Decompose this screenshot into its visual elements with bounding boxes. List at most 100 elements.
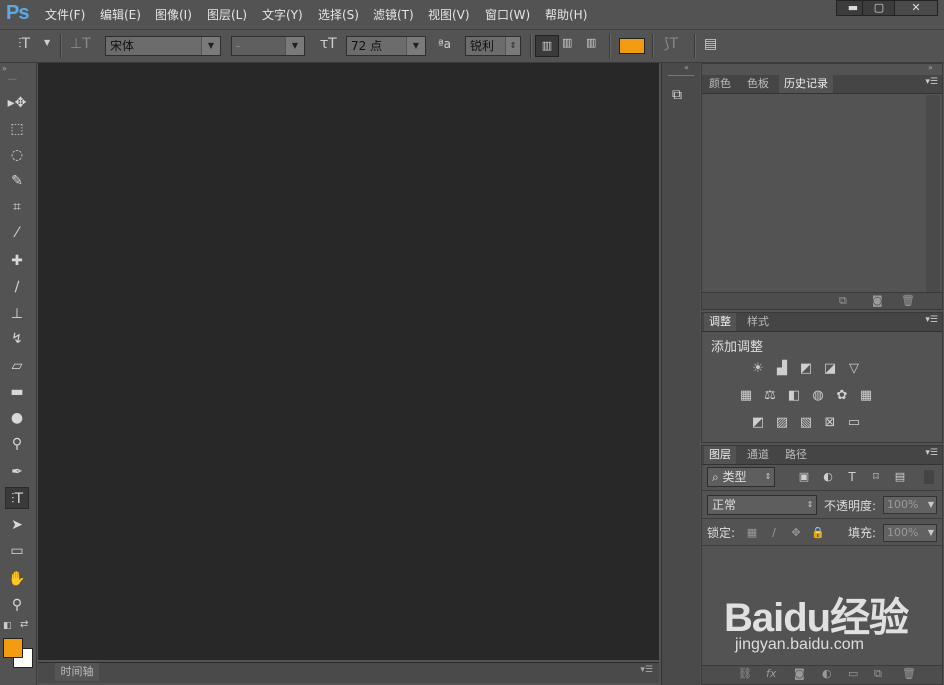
blur-tool-icon[interactable]: ● <box>5 407 29 429</box>
type-layer-filter-icon[interactable]: T <box>844 470 860 484</box>
lasso-tool-icon[interactable]: ◌ <box>5 144 29 166</box>
menu-layer[interactable]: 图层(L) <box>207 6 247 23</box>
expand-icon[interactable]: « <box>684 63 689 72</box>
layer-mask-icon[interactable]: ◙ <box>794 667 805 680</box>
brush-tool-icon[interactable]: ∕ <box>5 276 29 298</box>
pen-tool-icon[interactable]: ✒ <box>5 461 29 483</box>
exposure-icon[interactable]: ◪ <box>822 362 838 376</box>
menu-file[interactable]: 文件(F) <box>45 6 85 23</box>
hue-saturation-icon[interactable]: ▦ <box>738 389 754 403</box>
tab-swatches[interactable]: 色板 <box>742 75 774 93</box>
shape-layer-filter-icon[interactable]: ⌑ <box>868 470 884 484</box>
eraser-tool-icon[interactable]: ▱ <box>5 355 29 377</box>
fill-field[interactable]: 100% ▼ <box>883 524 937 542</box>
lock-all-icon[interactable]: 🔒 <box>810 526 826 540</box>
panel-menu-icon[interactable]: ▾☰ <box>925 77 938 87</box>
adjustment-layer-icon[interactable]: ◐ <box>822 667 832 680</box>
healing-brush-tool-icon[interactable]: ✚ <box>5 250 29 272</box>
panel-menu-icon[interactable]: ▾☰ <box>925 315 938 325</box>
crop-tool-icon[interactable]: ⌗ <box>5 196 29 218</box>
new-snapshot-icon[interactable]: ◙ <box>872 294 883 307</box>
tab-channels[interactable]: 通道 <box>742 446 774 464</box>
new-layer-icon[interactable]: ⧉ <box>874 667 882 681</box>
clone-stamp-tool-icon[interactable]: ⊥ <box>5 303 29 325</box>
properties-panel-icon[interactable]: ⧉ <box>672 87 682 103</box>
font-family-select[interactable]: 宋体 ▼ <box>105 36 221 56</box>
warp-text-icon[interactable]: ⟆T <box>664 36 678 52</box>
dodge-tool-icon[interactable]: ⚲ <box>5 433 29 455</box>
scrollbar[interactable] <box>926 95 940 293</box>
smart-object-filter-icon[interactable]: ▤ <box>892 470 908 484</box>
menu-window[interactable]: 窗口(W) <box>485 6 530 23</box>
text-color-swatch[interactable] <box>619 38 645 54</box>
quick-select-tool-icon[interactable]: ✎ <box>5 170 29 192</box>
antialias-select[interactable]: 锐利 ⇕ <box>465 36 521 56</box>
brightness-contrast-icon[interactable]: ☀ <box>750 362 766 376</box>
timeline-tab[interactable]: 时间轴 <box>55 663 99 681</box>
type-tool-icon[interactable]: ⫶T <box>5 487 29 509</box>
blend-mode-select[interactable]: 正常 ⇕ <box>707 495 817 515</box>
link-layers-icon[interactable]: ⛓ <box>738 667 752 680</box>
filter-toggle[interactable] <box>924 470 934 484</box>
black-white-icon[interactable]: ◧ <box>786 389 802 403</box>
selective-color-icon[interactable]: ⊠ <box>822 416 838 430</box>
tab-styles[interactable]: 样式 <box>742 313 774 331</box>
align-left-icon[interactable]: ▥ <box>535 35 559 57</box>
trash-icon[interactable]: 🗑 <box>902 667 916 680</box>
foreground-color-swatch[interactable] <box>3 638 23 658</box>
tab-color[interactable]: 颜色 <box>704 75 736 93</box>
eyedropper-tool-icon[interactable]: ⁄ <box>5 222 29 244</box>
gradient-tool-icon[interactable]: ▬ <box>5 381 29 403</box>
tab-history[interactable]: 历史记录 <box>779 75 833 93</box>
menu-help[interactable]: 帮助(H) <box>545 6 587 23</box>
pixel-layer-filter-icon[interactable]: ▣ <box>796 470 812 484</box>
menu-view[interactable]: 视图(V) <box>428 6 470 23</box>
path-select-tool-icon[interactable]: ➤ <box>5 514 29 536</box>
default-colors-icon[interactable]: ◧ <box>3 621 12 631</box>
font-size-select[interactable]: 72 点 ▼ <box>346 36 426 56</box>
maximize-button[interactable]: ▢ <box>862 0 896 16</box>
posterize-icon[interactable]: ▨ <box>774 416 790 430</box>
toggle-orientation-icon[interactable]: ⊥T <box>70 36 91 52</box>
collapse-icon[interactable]: » <box>2 64 7 73</box>
align-right-icon[interactable]: ▥ <box>586 36 596 49</box>
trash-icon[interactable]: 🗑 <box>901 294 915 307</box>
grip-icon[interactable]: ┄┄ <box>8 75 17 84</box>
lock-position-icon[interactable]: ✥ <box>788 526 804 540</box>
lock-pixels-icon[interactable]: ∕ <box>766 526 782 540</box>
adjustment-layer-filter-icon[interactable]: ◐ <box>820 470 836 484</box>
layer-style-icon[interactable]: fx <box>766 667 776 680</box>
levels-icon[interactable]: ▟ <box>774 362 790 376</box>
layer-filter-select[interactable]: ⌕ 类型 ⇕ <box>707 467 775 487</box>
close-button[interactable]: ✕ <box>894 0 938 16</box>
menu-edit[interactable]: 编辑(E) <box>100 6 141 23</box>
channel-mixer-icon[interactable]: ✿ <box>834 389 850 403</box>
curves-icon[interactable]: ◩ <box>798 362 814 376</box>
menu-type[interactable]: 文字(Y) <box>262 6 303 23</box>
color-lookup-icon[interactable]: ▦ <box>858 389 874 403</box>
gradient-map-icon[interactable]: ▭ <box>846 416 862 430</box>
new-document-from-state-icon[interactable]: ⧉ <box>839 294 847 308</box>
rectangle-tool-icon[interactable]: ▭ <box>5 540 29 562</box>
swap-colors-icon[interactable]: ⇄ <box>20 619 28 630</box>
threshold-icon[interactable]: ▧ <box>798 416 814 430</box>
align-center-icon[interactable]: ▥ <box>562 36 572 49</box>
menu-filter[interactable]: 滤镜(T) <box>373 6 414 23</box>
menu-image[interactable]: 图像(I) <box>155 6 192 23</box>
vibrance-icon[interactable]: ▽ <box>846 362 862 376</box>
document-canvas-area[interactable] <box>38 63 659 660</box>
type-tool-preset-icon[interactable]: ⫶T <box>18 36 30 52</box>
history-brush-tool-icon[interactable]: ↯ <box>5 328 29 350</box>
color-balance-icon[interactable]: ⚖ <box>762 389 778 403</box>
menu-select[interactable]: 选择(S) <box>318 6 359 23</box>
marquee-tool-icon[interactable]: ⬚ <box>5 118 29 140</box>
tab-paths[interactable]: 路径 <box>780 446 812 464</box>
opacity-field[interactable]: 100% ▼ <box>883 496 937 514</box>
group-folder-icon[interactable]: ▭ <box>848 667 858 680</box>
invert-icon[interactable]: ◩ <box>750 416 766 430</box>
hand-tool-icon[interactable]: ✋ <box>5 568 29 590</box>
character-panel-icon[interactable]: ▤ <box>704 36 717 52</box>
panel-menu-icon[interactable]: ▾☰ <box>925 448 938 458</box>
font-style-select[interactable]: - ▼ <box>231 36 305 56</box>
zoom-tool-icon[interactable]: ⚲ <box>5 594 29 616</box>
